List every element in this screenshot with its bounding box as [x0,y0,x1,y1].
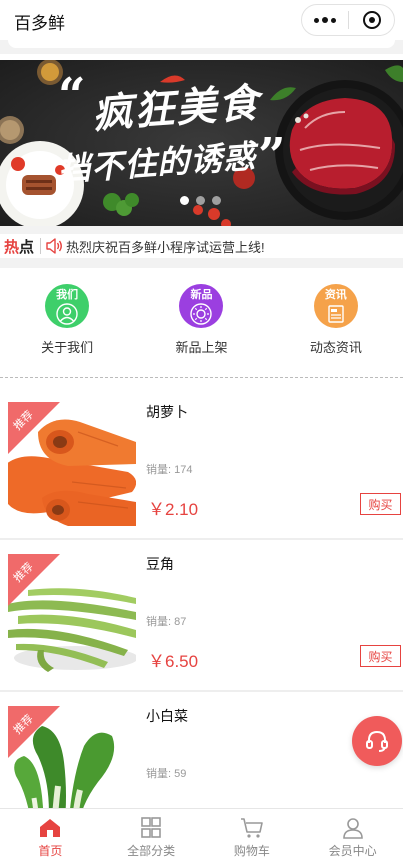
open-quote-icon: “ [58,68,86,124]
notice-text: 热烈庆祝百多鲜小程序试运营上线! [66,239,265,255]
banner-headline: 疯狂美食 [90,79,262,138]
product-name[interactable]: 胡萝卜 [146,402,188,422]
target-icon [362,11,381,29]
notice-bar[interactable]: 热点 热烈庆祝百多鲜小程序试运营上线! [0,234,403,258]
tab-label: 首页 [38,844,63,858]
headset-icon [366,730,388,752]
speaker-icon [46,238,62,254]
buy-button[interactable]: 购买 [360,493,401,515]
product-price: ￥2.10 [148,500,199,519]
product-image[interactable]: 推荐 [8,554,136,678]
user-icon: 我们 [45,284,90,328]
tab-home[interactable]: 首页 [0,809,101,862]
tab-label: 会员中心 [328,844,377,858]
product-image[interactable]: 推荐 [8,402,136,526]
menu-label: 动态资讯 [309,340,362,355]
more-options-button[interactable] [302,5,348,35]
tab-label: 全部分类 [127,844,176,858]
product-name[interactable]: 豆角 [146,554,174,574]
navigation-bar: 百多鲜 [0,0,403,40]
product-card[interactable]: 推荐 胡萝卜 销量: 174 ￥2.10 购买 [0,388,403,540]
customer-service-button[interactable] [352,716,402,766]
carousel-dot[interactable] [180,196,189,205]
hot-tag: 热点 [4,238,35,256]
close-quote-icon: ” [258,128,286,184]
carousel-indicator [180,196,221,205]
quick-menu: 我们 关于我们 新品 新品上架 资讯 动态资讯 [0,268,403,376]
close-program-button[interactable] [349,5,394,35]
product-name[interactable]: 小白菜 [146,706,188,726]
header-divider [0,40,403,54]
buy-button[interactable]: 购买 [360,645,401,667]
mini-program-capsule [301,4,395,36]
product-sales: 销量: 59 [146,768,187,780]
menu-label: 新品上架 [175,340,228,355]
banner-carousel[interactable]: “ 疯狂美食 挡不住的诱惑 ” [0,60,403,226]
cart-icon [240,818,263,838]
carousel-dot[interactable] [212,196,221,205]
sun-icon: 新品 [179,284,224,328]
tab-label: 购物车 [233,844,270,858]
menu-news[interactable]: 资讯 动态资讯 [269,268,403,376]
menu-label: 关于我们 [41,340,94,355]
menu-new-products[interactable]: 新品 新品上架 [134,268,268,376]
product-card[interactable]: 推荐 豆角 销量: 87 ￥6.50 购买 [0,540,403,692]
product-price: ￥6.50 [148,652,199,671]
carousel-dot[interactable] [196,196,205,205]
tab-cart[interactable]: 购物车 [202,809,303,862]
news-icon: 资讯 [313,284,358,328]
tab-categories[interactable]: 全部分类 [101,809,202,862]
home-icon [40,819,61,837]
tab-member[interactable]: 会员中心 [302,809,403,862]
grid-icon [141,817,161,838]
page-title: 百多鲜 [14,14,65,33]
product-sales: 销量: 87 [146,616,187,628]
person-icon [342,818,363,839]
menu-about-us[interactable]: 我们 关于我们 [0,268,134,376]
menu-divider [0,377,403,378]
tab-bar: 首页 全部分类 购物车 会员中心 [0,808,403,862]
product-sales: 销量: 174 [146,464,193,476]
